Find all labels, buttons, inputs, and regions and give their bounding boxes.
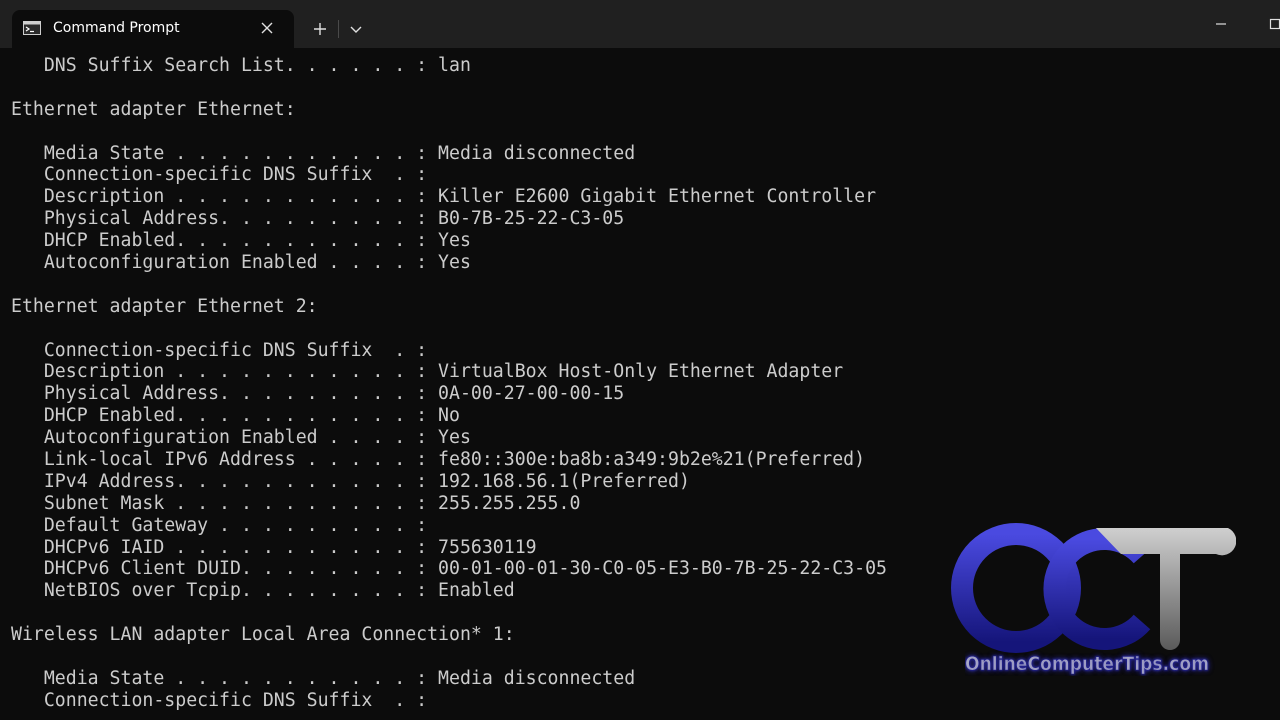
console-line: Media State . . . . . . . . . . . : Medi… — [11, 142, 636, 164]
maximize-icon[interactable] — [1260, 12, 1280, 36]
tab-divider — [338, 20, 339, 38]
console-line: Ethernet adapter Ethernet: — [11, 98, 296, 120]
console-line: Autoconfiguration Enabled . . . . : Yes — [11, 427, 471, 449]
console-line: Description . . . . . . . . . . . : Virt… — [11, 361, 844, 383]
console-line: Ethernet adapter Ethernet 2: — [11, 295, 318, 317]
console-line: Connection-specific DNS Suffix . : — [11, 164, 428, 186]
logo-text-graphic: OnlineComputerTips.com — [965, 653, 1210, 676]
console-line: Physical Address. . . . . . . . . : 0A-0… — [11, 383, 625, 405]
title-bar: Command Prompt — [0, 0, 1280, 48]
close-icon[interactable] — [260, 21, 274, 35]
console-line: Autoconfiguration Enabled . . . . : Yes — [11, 252, 471, 274]
plus-icon[interactable] — [309, 18, 331, 40]
console-line: Connection-specific DNS Suffix . : — [11, 339, 428, 361]
console-line: Description . . . . . . . . . . . : Kill… — [11, 186, 877, 208]
svg-text:OnlineComputerTips.com: OnlineComputerTips.com — [965, 653, 1209, 675]
console-line: DHCP Enabled. . . . . . . . . . . : Yes — [11, 230, 471, 252]
console-line: DNS Suffix Search List. . . . . . : lan — [11, 55, 471, 76]
tab-title: Command Prompt — [53, 20, 180, 36]
chevron-down-icon[interactable] — [345, 18, 367, 40]
console-line: Connection-specific DNS Suffix . : — [11, 689, 428, 711]
tab-command-prompt[interactable]: Command Prompt — [12, 10, 294, 48]
terminal-icon — [23, 21, 41, 35]
command-prompt-window: Command Prompt DNS Suffix Search List. .… — [0, 0, 1280, 720]
console-line: IPv4 Address. . . . . . . . . . . : 192.… — [11, 470, 690, 492]
minimize-icon[interactable] — [1206, 12, 1236, 36]
logo-text: OnlineComputerTips.com — [965, 650, 1225, 681]
console-line: Physical Address. . . . . . . . . : B0-7… — [11, 208, 625, 230]
console-line: DHCP Enabled. . . . . . . . . . . : No — [11, 405, 460, 427]
console-line: Subnet Mask . . . . . . . . . . . : 255.… — [11, 492, 581, 514]
console-line: Link-local IPv6 Address . . . . . : fe80… — [11, 449, 866, 471]
